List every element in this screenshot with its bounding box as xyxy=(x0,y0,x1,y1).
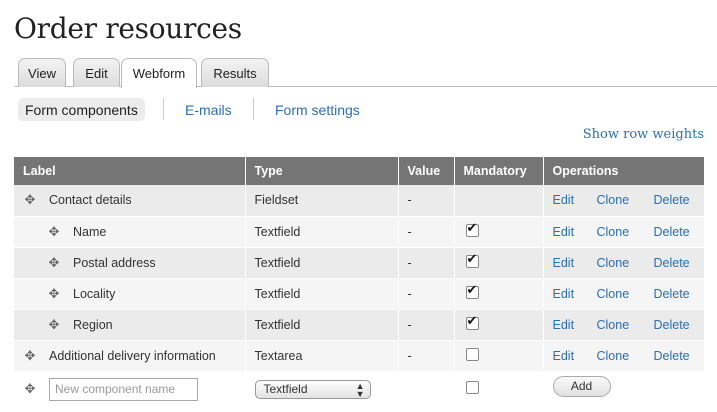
mandatory-checkbox[interactable] xyxy=(465,313,479,330)
component-label: Name xyxy=(73,224,107,239)
mandatory-cell xyxy=(454,340,544,372)
add-component-button[interactable]: Add xyxy=(552,375,611,397)
clone-link[interactable]: Clone xyxy=(597,193,654,207)
table-row: ✥ Region Textfield- EditCloneDelete xyxy=(14,309,704,341)
tab-webform[interactable]: Webform xyxy=(121,58,197,88)
subtab-divider xyxy=(163,98,164,120)
drag-handle-icon[interactable]: ✥ xyxy=(23,382,37,396)
operations: Edit Clone Delete xyxy=(553,287,696,301)
add-component-row: ✥ Textfield ▲▼ Add xyxy=(14,371,704,408)
component-value: - xyxy=(398,185,455,217)
add-row-value-cell xyxy=(398,371,455,408)
column-header-value: Value xyxy=(398,157,455,185)
component-value: - xyxy=(398,278,455,310)
delete-link[interactable]: Delete xyxy=(654,193,690,207)
table-row: ✥ Locality Textfield- EditCloneDelete xyxy=(14,278,704,310)
edit-link[interactable]: Edit xyxy=(553,225,597,239)
select-arrows-icon: ▲ ▼ xyxy=(355,380,365,399)
delete-link[interactable]: Delete xyxy=(654,287,690,301)
component-type-select[interactable]: Textfield ▲ ▼ xyxy=(254,379,371,399)
edit-link[interactable]: Edit xyxy=(553,318,597,332)
mandatory-checkbox[interactable] xyxy=(465,347,479,361)
show-row-weights-link[interactable]: Show row weights xyxy=(583,127,704,142)
clone-link[interactable]: Clone xyxy=(597,318,654,332)
component-type: Textfield xyxy=(245,216,399,248)
component-type: Textfield xyxy=(245,278,399,310)
drag-handle-icon[interactable]: ✥ xyxy=(47,224,61,239)
primary-tabs: View Edit Webform Results xyxy=(14,58,717,88)
subtab-divider xyxy=(253,98,254,120)
mandatory-checkbox[interactable] xyxy=(465,251,479,268)
tab-results[interactable]: Results xyxy=(201,58,269,87)
edit-link[interactable]: Edit xyxy=(553,256,597,270)
operations: Edit Clone Delete xyxy=(553,225,696,239)
mandatory-cell xyxy=(454,185,544,217)
subtab-form-settings[interactable]: Form settings xyxy=(275,98,360,121)
delete-link[interactable]: Delete xyxy=(654,256,690,270)
component-type: Fieldset xyxy=(245,185,399,217)
operations: Edit Clone Delete xyxy=(553,349,696,363)
table-row: ✥ Contact details Fieldset - Edit Clone Delete xyxy=(14,185,704,217)
component-type: Textfield xyxy=(245,309,399,341)
tab-edit[interactable]: Edit xyxy=(73,58,120,87)
components-table: Label Type Value Mandatory Operations ✥ C… xyxy=(14,157,704,408)
component-value: - xyxy=(398,247,455,279)
operations: Edit Clone Delete xyxy=(553,256,696,270)
component-label: Region xyxy=(73,317,113,332)
column-header-label: Label xyxy=(14,157,246,185)
edit-link[interactable]: Edit xyxy=(553,287,597,301)
component-label: Postal address xyxy=(73,255,156,270)
new-mandatory-checkbox[interactable] xyxy=(465,381,479,394)
operations: Edit Clone Delete xyxy=(553,193,696,207)
component-value: - xyxy=(398,309,455,341)
operations: Edit Clone Delete xyxy=(553,318,696,332)
mandatory-cell xyxy=(454,247,544,279)
clone-link[interactable]: Clone xyxy=(597,256,654,270)
component-value: - xyxy=(398,216,455,248)
drag-handle-icon[interactable]: ✥ xyxy=(23,348,37,363)
clone-link[interactable]: Clone xyxy=(597,225,654,239)
component-value: - xyxy=(398,340,455,372)
component-label: Contact details xyxy=(49,193,132,208)
edit-link[interactable]: Edit xyxy=(553,349,597,363)
new-component-name-input[interactable] xyxy=(49,377,198,401)
tab-view[interactable]: View xyxy=(18,58,66,87)
clone-link[interactable]: Clone xyxy=(597,349,654,363)
mandatory-checkbox[interactable] xyxy=(465,282,479,299)
edit-link[interactable]: Edit xyxy=(553,193,597,207)
column-header-type: Type xyxy=(245,157,399,185)
clone-link[interactable]: Clone xyxy=(597,287,654,301)
table-header-row: Label Type Value Mandatory Operations xyxy=(14,157,704,185)
drag-handle-icon[interactable]: ✥ xyxy=(47,255,61,270)
component-type: Textfield xyxy=(245,247,399,279)
component-type: Textarea xyxy=(245,340,399,372)
secondary-tabs: Form components E-mails Form settings xyxy=(18,98,378,122)
drag-handle-icon[interactable]: ✥ xyxy=(47,317,61,332)
component-type-selected: Textfield xyxy=(263,382,308,396)
drag-handle-icon[interactable]: ✥ xyxy=(23,193,37,207)
page-title: Order resources xyxy=(14,12,242,45)
delete-link[interactable]: Delete xyxy=(654,349,690,363)
subtab-emails[interactable]: E-mails xyxy=(185,98,232,121)
delete-link[interactable]: Delete xyxy=(654,318,690,332)
mandatory-cell xyxy=(454,216,544,248)
table-row: ✥ Postal address Textfield- EditCloneDelete xyxy=(14,247,704,279)
drag-handle-icon[interactable]: ✥ xyxy=(47,286,61,301)
mandatory-cell xyxy=(454,309,544,341)
table-row: ✥ Name Textfield- EditCloneDelete xyxy=(14,216,704,248)
delete-link[interactable]: Delete xyxy=(654,225,690,239)
column-header-mandatory: Mandatory xyxy=(454,157,544,185)
mandatory-checkbox[interactable] xyxy=(465,220,479,237)
subtab-form-components[interactable]: Form components xyxy=(18,98,145,121)
component-label: Locality xyxy=(73,286,116,301)
mandatory-cell xyxy=(454,278,544,310)
column-header-operations: Operations xyxy=(543,157,704,185)
table-row: ✥ Additional delivery information Textarea… xyxy=(14,340,704,372)
component-label: Additional delivery information xyxy=(49,348,216,363)
